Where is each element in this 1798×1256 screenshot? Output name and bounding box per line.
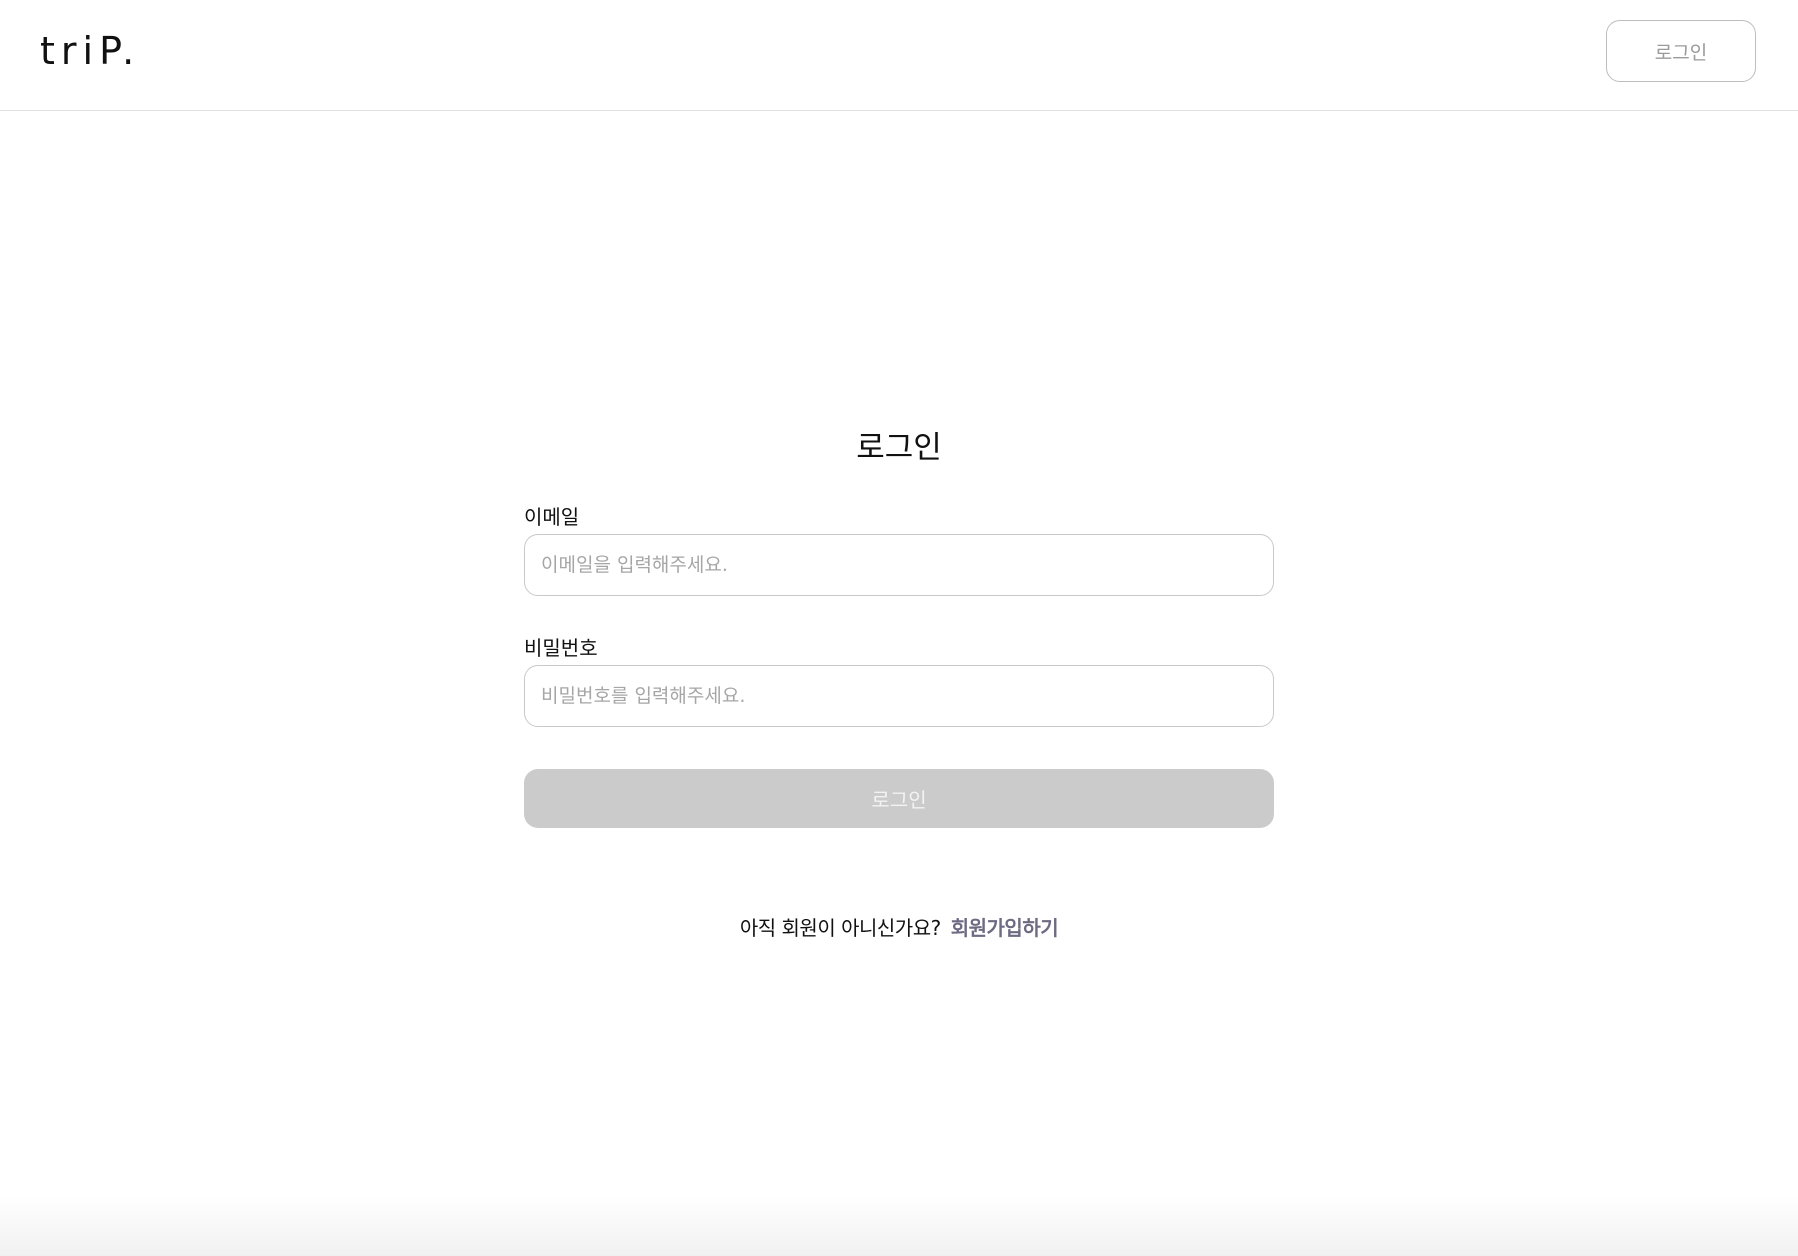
signup-question: 아직 회원이 아니신가요? bbox=[739, 916, 941, 940]
password-input[interactable] bbox=[524, 665, 1274, 727]
top-header: triP. 로그인 bbox=[0, 0, 1798, 111]
email-input[interactable] bbox=[524, 534, 1274, 596]
signup-prompt: 아직 회원이 아니신가요? 회원가입하기 bbox=[0, 913, 1798, 943]
bottom-fade bbox=[0, 1196, 1798, 1256]
email-label: 이메일 bbox=[524, 505, 580, 529]
logo[interactable]: triP. bbox=[40, 26, 140, 76]
login-submit-button[interactable]: 로그인 bbox=[524, 769, 1274, 828]
password-label: 비밀번호 bbox=[524, 636, 598, 660]
login-title: 로그인 bbox=[856, 430, 942, 466]
header-login-button[interactable]: 로그인 bbox=[1606, 20, 1756, 82]
signup-link[interactable]: 회원가입하기 bbox=[951, 913, 1059, 943]
